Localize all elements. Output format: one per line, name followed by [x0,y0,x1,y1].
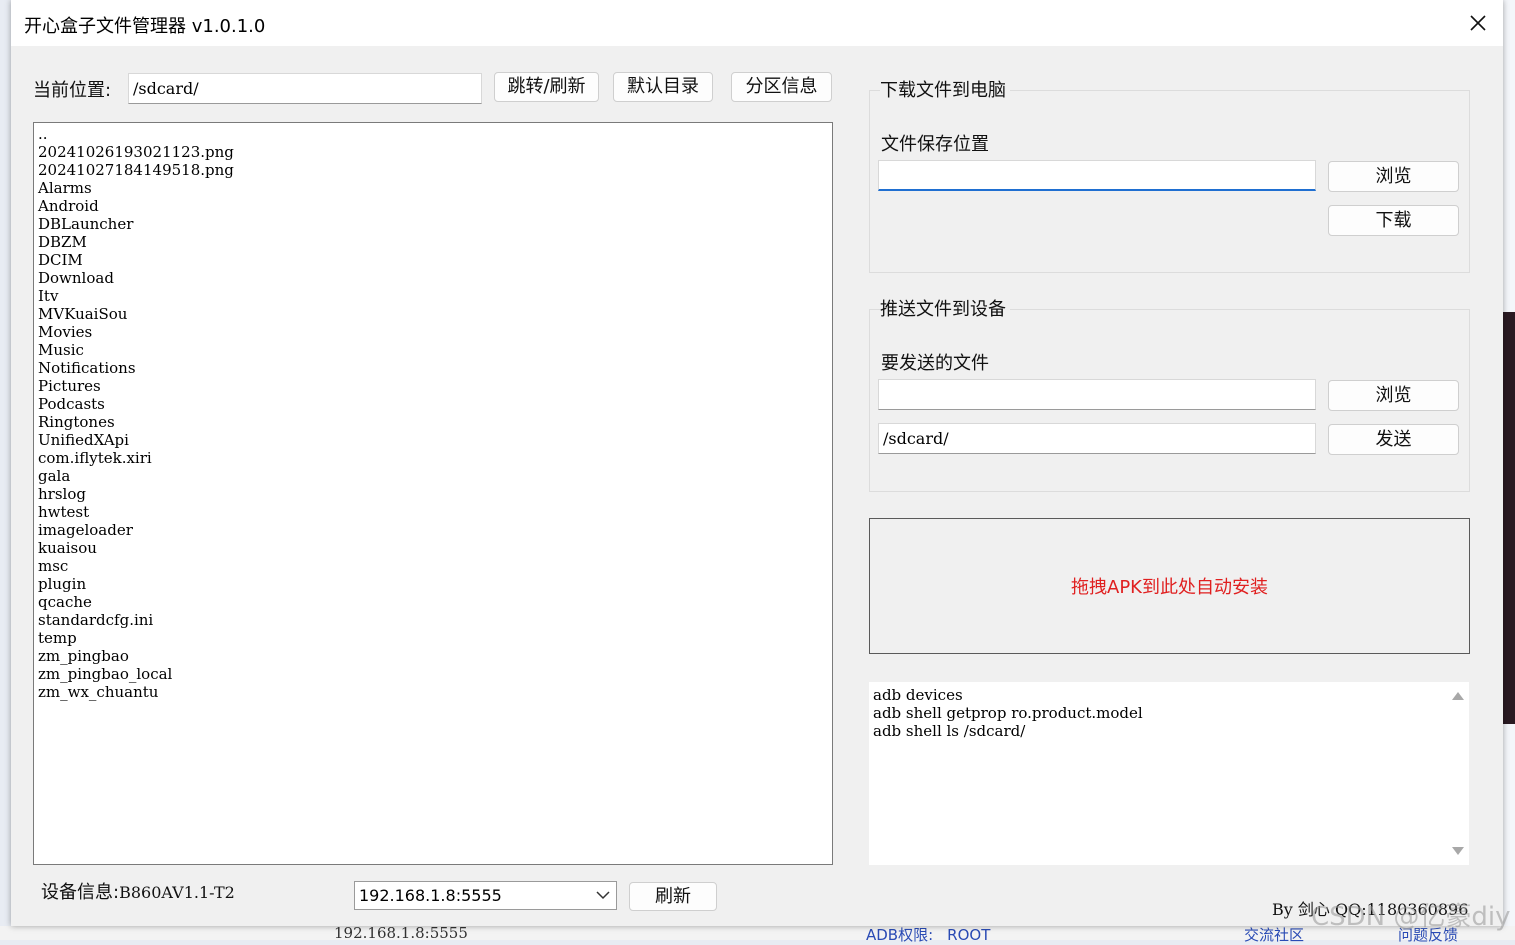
jump-refresh-button[interactable]: 跳转/刷新 [494,72,599,102]
file-list[interactable]: .. 20241026193021123.png 20241027184149518… [33,122,833,865]
file-list-item[interactable]: 20241027184149518.png [38,161,828,179]
file-list-item[interactable]: zm_wx_chuantu [38,683,828,701]
log-line: adb devices [873,686,963,704]
scroll-up-icon[interactable] [1452,692,1464,700]
file-manager-window: 开心盒子文件管理器 v1.0.1.0 当前位置: 跳转/刷新 默认目录 分区信息… [11,0,1511,932]
partition-info-button[interactable]: 分区信息 [731,72,832,102]
device-info-value: B860AV1.1-T2 [119,883,235,902]
file-list-item[interactable]: .. [38,125,828,143]
file-list-item[interactable]: msc [38,557,828,575]
title-bar: 开心盒子文件管理器 v1.0.1.0 [11,0,1503,46]
file-list-item[interactable]: DBZM [38,233,828,251]
background-adb-label: ADB权限: [866,926,934,944]
location-input[interactable] [128,73,482,104]
file-list-item[interactable]: DCIM [38,251,828,269]
file-list-item[interactable]: Movies [38,323,828,341]
device-info: 设备信息:B860AV1.1-T2 [41,878,235,904]
file-list-item[interactable]: Podcasts [38,395,828,413]
file-list-item[interactable]: Android [38,197,828,215]
push-group-title: 推送文件到设备 [880,295,1010,321]
location-label: 当前位置: [33,80,112,101]
file-list-item[interactable]: hwtest [38,503,828,521]
send-file-input[interactable] [878,379,1316,410]
file-list-item[interactable]: qcache [38,593,828,611]
file-list-item[interactable]: gala [38,467,828,485]
file-list-item[interactable]: zm_pingbao_local [38,665,828,683]
file-list-item[interactable]: DBLauncher [38,215,828,233]
send-file-label: 要发送的文件 [881,353,989,374]
file-list-item[interactable]: Alarms [38,179,828,197]
device-address-select[interactable]: 192.168.1.8:5555 [354,881,617,910]
send-button[interactable]: 发送 [1328,424,1459,455]
file-list-item[interactable]: Ringtones [38,413,828,431]
chevron-down-icon [596,891,610,900]
file-list-item[interactable]: Itv [38,287,828,305]
command-log[interactable]: adb devices adb shell getprop ro.product.… [869,682,1469,865]
watermark: CSDN @亿豪diy [1311,902,1511,932]
background-adb-value: ROOT [947,926,991,944]
close-icon [1470,15,1486,31]
file-list-item[interactable]: zm_pingbao [38,647,828,665]
file-list-item[interactable]: UnifiedXApi [38,431,828,449]
file-list-item[interactable]: temp [38,629,828,647]
device-address-value: 192.168.1.8:5555 [359,886,502,905]
device-refresh-button[interactable]: 刷新 [629,882,717,911]
apk-drop-zone[interactable]: 拖拽APK到此处自动安装 [869,518,1470,654]
apk-drop-zone-text: 拖拽APK到此处自动安装 [1071,577,1268,598]
background-community-link: 交流社区 [1244,926,1305,944]
command-log-lines: adb devices adb shell getprop ro.product.… [873,686,1143,740]
save-location-label: 文件保存位置 [881,134,989,155]
file-list-item[interactable]: Notifications [38,359,828,377]
file-list-item[interactable]: Download [38,269,828,287]
log-line: adb shell getprop ro.product.model [873,704,1143,722]
target-path-input[interactable] [878,423,1316,454]
close-button[interactable] [1453,0,1503,46]
scroll-down-icon[interactable] [1452,847,1464,855]
download-group-title: 下载文件到电脑 [880,76,1010,102]
log-line: adb shell ls /sdcard/ [873,722,1026,740]
save-location-input[interactable] [878,160,1316,191]
default-directory-button[interactable]: 默认目录 [613,72,713,102]
device-info-label: 设备信息: [41,882,120,903]
push-browse-button[interactable]: 浏览 [1328,380,1459,411]
background-adb-permission: ADB权限: ROOT [866,924,990,945]
window-title: 开心盒子文件管理器 v1.0.1.0 [24,16,266,37]
file-list-item[interactable]: com.iflytek.xiri [38,449,828,467]
file-list-item[interactable]: MVKuaiSou [38,305,828,323]
file-list-item[interactable]: plugin [38,575,828,593]
file-list-item[interactable]: imageloader [38,521,828,539]
background-image [1503,312,1515,724]
file-list-item[interactable]: Pictures [38,377,828,395]
download-browse-button[interactable]: 浏览 [1328,161,1459,192]
file-list-item[interactable]: kuaisou [38,539,828,557]
download-button[interactable]: 下载 [1328,205,1459,236]
file-list-item[interactable]: 20241026193021123.png [38,143,828,161]
file-list-item[interactable]: Music [38,341,828,359]
background-address: 192.168.1.8:5555 [334,924,468,942]
file-list-item[interactable]: hrslog [38,485,828,503]
file-list-item[interactable]: standardcfg.ini [38,611,828,629]
log-scrollbar[interactable] [1447,682,1469,865]
